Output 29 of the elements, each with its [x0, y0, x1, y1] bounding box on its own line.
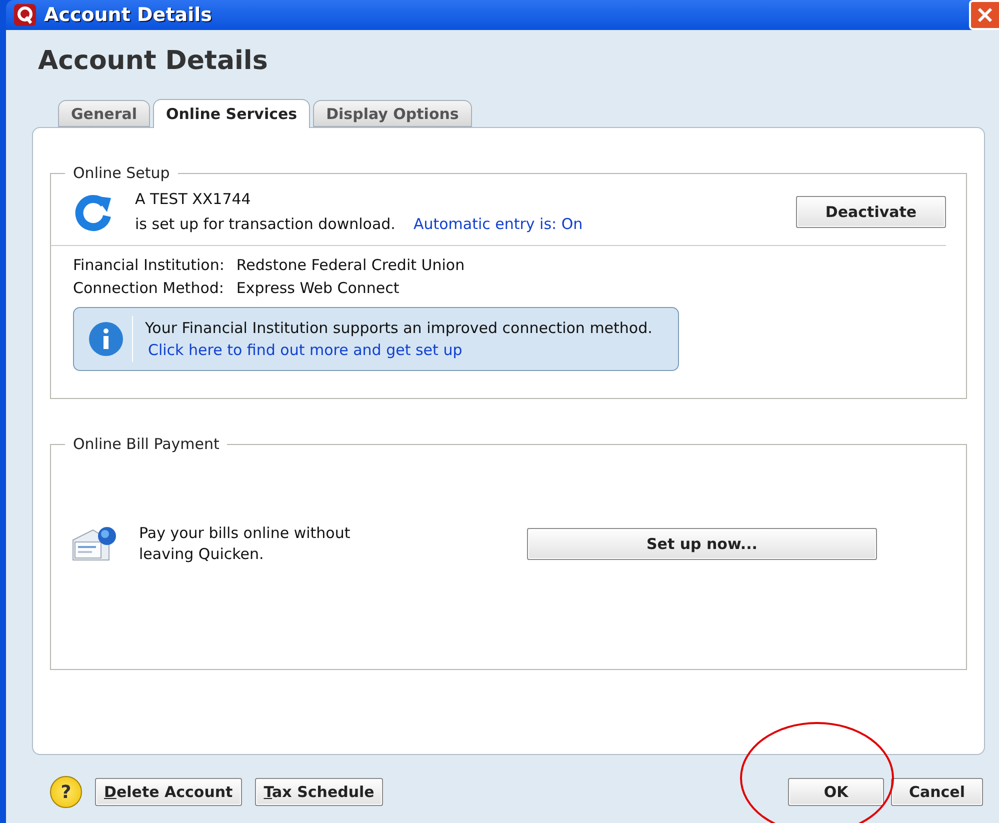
detail-label: Financial Institution:	[73, 256, 224, 274]
automatic-entry-link[interactable]: Automatic entry is: On	[413, 215, 583, 233]
footer-button[interactable]: Delete Account	[95, 778, 242, 806]
tab[interactable]: Online Services	[153, 99, 310, 128]
app-logo-icon	[14, 4, 36, 26]
detail-label: Connection Method:	[73, 279, 224, 297]
help-button[interactable]: ?	[50, 776, 82, 808]
tab[interactable]: General	[58, 100, 150, 127]
find-out-more-link[interactable]: Click here to find out more and get set up	[148, 341, 652, 359]
ok-button[interactable]: OK	[788, 778, 884, 806]
cancel-button[interactable]: Cancel	[891, 778, 983, 806]
window-title: Account Details	[44, 4, 212, 26]
footer-button[interactable]: Tax Schedule	[254, 778, 384, 806]
info-icon	[88, 321, 124, 357]
detail-value: Redstone Federal Credit Union	[236, 256, 465, 274]
set-up-now-button[interactable]: Set up now...	[527, 528, 877, 560]
group-title: Online Bill Payment	[72, 435, 220, 453]
tab[interactable]: Display Options	[313, 100, 472, 127]
notice-text: Your Financial Institution supports an improved connection method.	[145, 319, 652, 337]
deactivate-button[interactable]: Deactivate	[796, 196, 946, 228]
page-heading: Account Details	[38, 46, 269, 78]
status-text: is set up for transaction download.	[135, 215, 396, 233]
account-name: A TEST XX1744	[135, 190, 252, 208]
close-icon	[976, 6, 994, 24]
group-title: Online Setup	[72, 164, 171, 182]
close-button[interactable]	[969, 0, 999, 30]
envelope-globe-icon	[71, 526, 119, 562]
detail-value: Express Web Connect	[236, 279, 400, 297]
bill-payment-text: Pay your bills online without leaving Quicken.	[139, 523, 352, 565]
